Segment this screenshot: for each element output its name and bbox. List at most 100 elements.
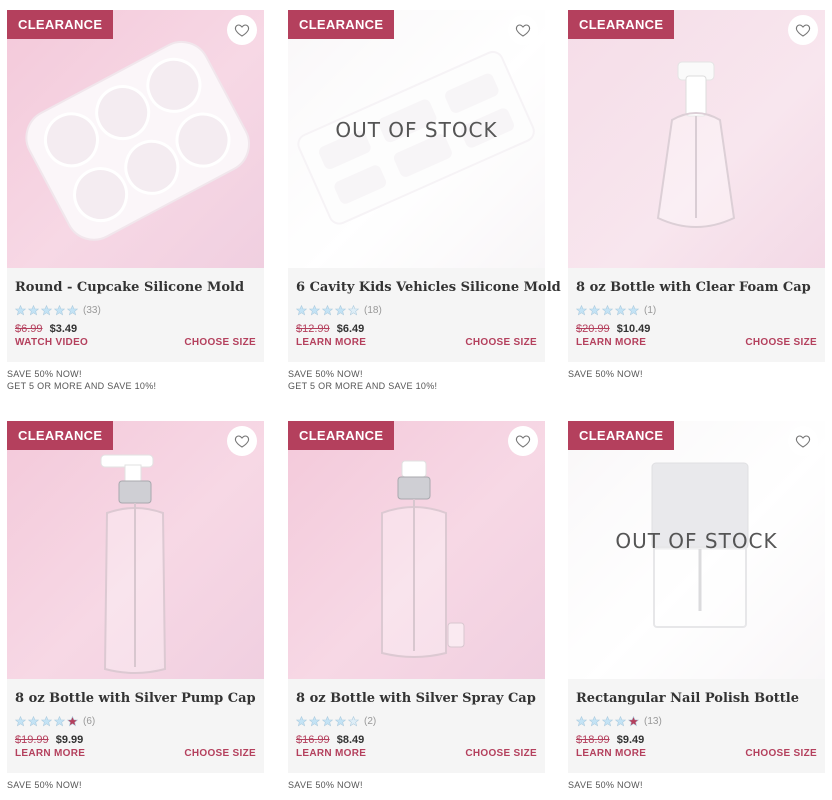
star-icon [28,715,39,726]
product-image[interactable]: CLEARANCE OUT OF STOCK [288,10,545,268]
product-name[interactable]: 8 oz Bottle with Silver Spray Cap [296,691,537,706]
star-icon [15,715,26,726]
wishlist-button[interactable] [788,15,818,45]
wishlist-button[interactable] [508,15,538,45]
original-price: $16.99 [296,734,330,746]
price: $19.99 $9.99 [15,734,256,746]
rating: (1) [576,304,817,316]
original-price: $12.99 [296,323,330,335]
clearance-badge: CLEARANCE [568,421,675,450]
star-icon [322,304,333,315]
product-image[interactable]: CLEARANCE [568,10,825,268]
cupcake-mold-image [25,40,250,241]
price: $16.99 $8.49 [296,734,537,746]
promo-text: SAVE 50% NOW! [7,369,82,379]
star-icon [602,304,613,315]
clearance-badge: CLEARANCE [7,10,114,39]
star-icon [589,304,600,315]
review-count[interactable]: (2) [364,716,376,727]
star-icon [602,715,613,726]
price: $6.99 $3.49 [15,323,256,335]
heart-icon [515,435,531,448]
choose-size-link[interactable]: CHOOSE SIZE [465,337,537,348]
star-icon [348,715,359,726]
product-image[interactable]: CLEARANCE OUT OF STOCK [568,421,825,679]
product-name[interactable]: Round - Cupcake Silicone Mold [15,280,256,295]
rating: (18) [296,304,537,316]
promo-text: GET 5 OR MORE AND SAVE 10%! [7,381,157,391]
learn-more-link[interactable]: LEARN MORE [15,748,85,759]
star-rating [296,715,359,727]
star-icon [41,304,52,315]
sale-price: $9.49 [616,734,645,746]
sale-price: $6.49 [336,323,365,335]
star-icon [322,715,333,726]
promo-text: SAVE 50% NOW! [7,780,82,790]
rating: (33) [15,304,256,316]
choose-size-link[interactable]: CHOOSE SIZE [745,337,817,348]
sale-price: $3.49 [49,323,78,335]
promo-text: SAVE 50% NOW! [288,369,363,379]
review-count[interactable]: (1) [644,305,656,316]
original-price: $20.99 [576,323,610,335]
clearance-badge: CLEARANCE [7,421,114,450]
rating: (13) [576,715,817,727]
heart-icon [515,24,531,37]
star-icon [54,304,65,315]
learn-more-link[interactable]: LEARN MORE [576,337,646,348]
learn-more-link[interactable]: LEARN MORE [296,337,366,348]
spray-bottle-image [381,460,465,658]
star-rating [15,715,78,727]
price: $18.99 $9.49 [576,734,817,746]
review-count[interactable]: (6) [83,716,95,727]
product-card[interactable]: CLEARANCE OUT OF STOCK Rectangular Nail … [568,421,825,791]
star-icon [15,304,26,315]
pump-bottle-image [100,454,167,674]
wishlist-button[interactable] [508,426,538,456]
wishlist-button[interactable] [788,426,818,456]
clearance-badge: CLEARANCE [288,421,395,450]
learn-more-link[interactable]: LEARN MORE [576,748,646,759]
promo-text: GET 5 OR MORE AND SAVE 10%! [288,381,438,391]
wishlist-button[interactable] [227,426,257,456]
wishlist-button[interactable] [227,15,257,45]
choose-size-link[interactable]: CHOOSE SIZE [745,748,817,759]
star-icon [348,304,359,315]
product-card[interactable]: CLEARANCE Round - Cupcake Silicone Mold … [7,10,264,392]
foam-bottle-image [656,61,736,228]
original-price: $18.99 [576,734,610,746]
product-name[interactable]: 8 oz Bottle with Silver Pump Cap [15,691,256,706]
product-image[interactable]: CLEARANCE [288,421,545,679]
star-rating [576,304,639,316]
review-count[interactable]: (33) [83,305,101,316]
product-grid: CLEARANCE Round - Cupcake Silicone Mold … [0,0,832,800]
review-count[interactable]: (13) [644,716,662,727]
product-name[interactable]: 8 oz Bottle with Clear Foam Cap [576,280,817,295]
choose-size-link[interactable]: CHOOSE SIZE [184,748,256,759]
watch-video-link[interactable]: WATCH VIDEO [15,337,88,348]
star-rating [296,304,359,316]
product-card[interactable]: CLEARANCE 8 oz Bottle with Clear Foam Ca… [568,10,825,380]
product-name[interactable]: 6 Cavity Kids Vehicles Silicone Mold [296,280,561,295]
star-icon [67,715,78,726]
sale-price: $8.49 [336,734,365,746]
choose-size-link[interactable]: CHOOSE SIZE [184,337,256,348]
star-icon [335,304,346,315]
star-icon [576,304,587,315]
heart-icon [234,24,250,37]
review-count[interactable]: (18) [364,305,382,316]
star-icon [296,304,307,315]
learn-more-link[interactable]: LEARN MORE [296,748,366,759]
choose-size-link[interactable]: CHOOSE SIZE [465,748,537,759]
product-card[interactable]: CLEARANCE 8 oz Bottle with Silver Pump C… [7,421,264,791]
star-rating [576,715,639,727]
product-image[interactable]: CLEARANCE [7,10,264,268]
star-icon [309,715,320,726]
product-image[interactable]: CLEARANCE [7,421,264,679]
product-card[interactable]: CLEARANCE OUT OF STOCK 6 Cavity Kids Veh… [288,10,561,392]
star-icon [576,715,587,726]
product-name[interactable]: Rectangular Nail Polish Bottle [576,691,817,706]
sale-price: $9.99 [55,734,84,746]
sale-price: $10.49 [616,323,651,335]
product-card[interactable]: CLEARANCE 8 oz Bottle with Silver Spray … [288,421,545,791]
